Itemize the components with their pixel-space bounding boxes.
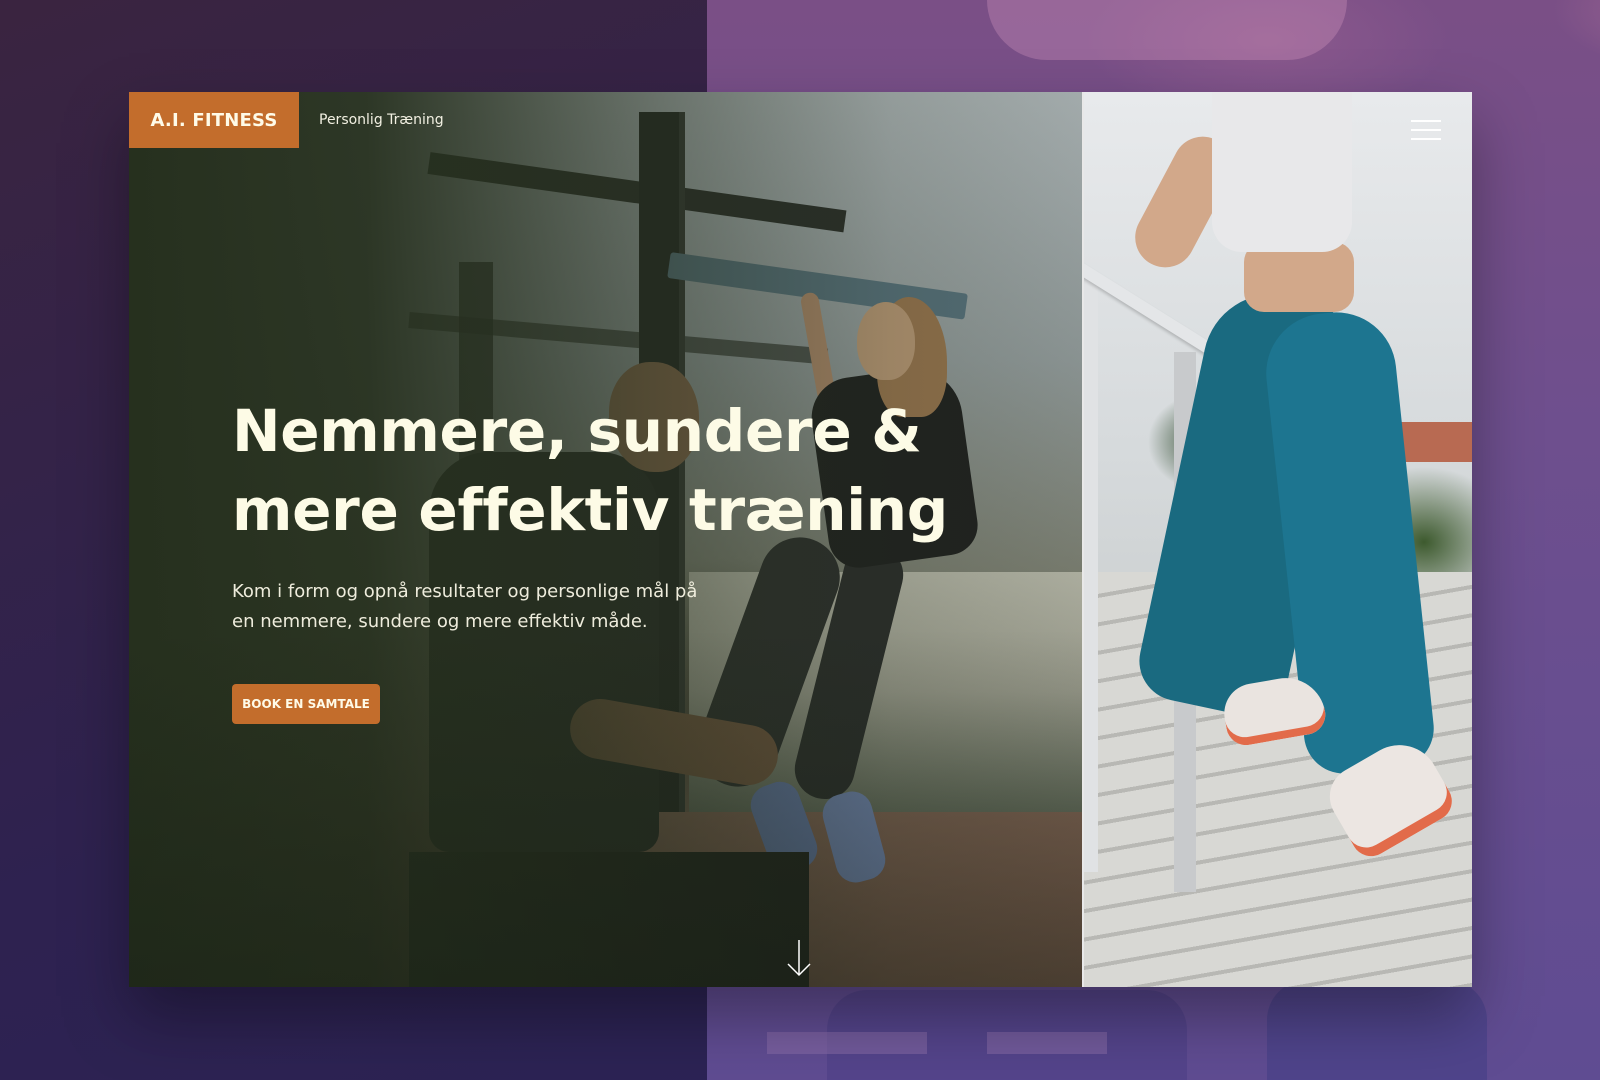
hero-headline: Nemmere, sundere & mere effektiv træning: [232, 392, 992, 550]
hero-subtext: Kom i form og opnå resultater og personl…: [232, 577, 732, 637]
page-backdrop: A.I. FITNESS Personlig Træning Nemmere, …: [0, 0, 1600, 1080]
hero-section: A.I. FITNESS Personlig Træning Nemmere, …: [129, 92, 1082, 987]
headline-line-1: Nemmere, sundere &: [232, 397, 922, 465]
subtext-line-2: en nemmere, sundere og mere effektiv måd…: [232, 611, 648, 632]
headline-line-2: mere effektiv træning: [232, 476, 949, 544]
brand-logo[interactable]: A.I. FITNESS: [129, 92, 299, 148]
hero-card: A.I. FITNESS Personlig Træning Nemmere, …: [129, 92, 1472, 987]
side-photo-runner: [1084, 92, 1472, 987]
brand-tagline: Personlig Træning: [319, 112, 444, 128]
hamburger-menu-icon[interactable]: [1411, 120, 1443, 142]
subtext-line-1: Kom i form og opnå resultater og personl…: [232, 581, 698, 602]
brand-name: A.I. FITNESS: [150, 109, 278, 131]
arrow-down-icon[interactable]: [785, 938, 813, 978]
book-call-button[interactable]: BOOK EN SAMTALE: [232, 684, 380, 724]
